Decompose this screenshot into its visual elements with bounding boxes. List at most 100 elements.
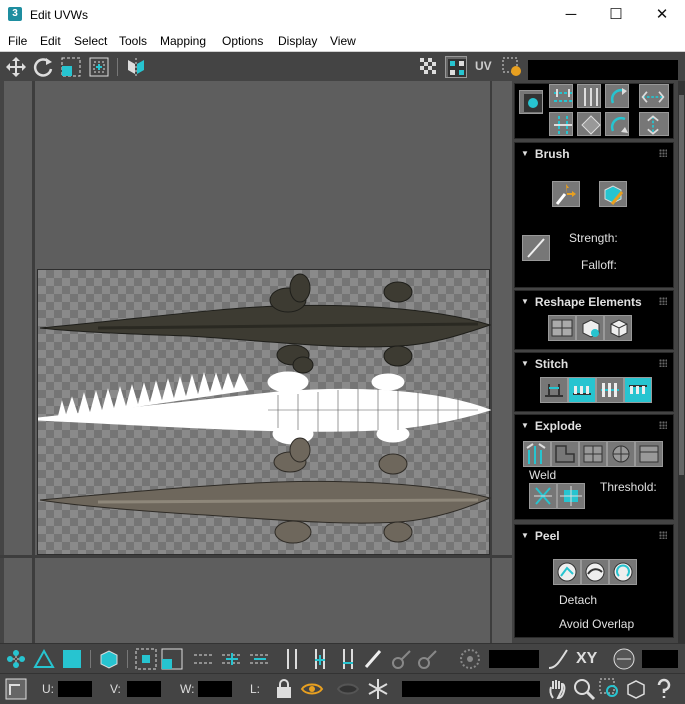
paint-select-shrink-icon[interactable]: [416, 647, 440, 671]
menu-display[interactable]: Display: [278, 34, 317, 48]
shrink-selection-icon[interactable]: [160, 647, 184, 671]
falloff-label: Falloff:: [581, 258, 617, 272]
help-icon[interactable]: [652, 677, 676, 701]
menu-view[interactable]: View: [330, 34, 356, 48]
drag-grip-icon[interactable]: [659, 149, 667, 157]
xy-space-label[interactable]: XY: [576, 650, 597, 668]
w-value-field[interactable]: [198, 681, 232, 697]
shrink-loop-icon[interactable]: [248, 647, 272, 671]
straighten-selection-icon[interactable]: [548, 315, 576, 341]
quick-transform-icon[interactable]: [519, 90, 543, 114]
scale-tool-icon[interactable]: [60, 56, 82, 78]
flatten-by-polygon-icon[interactable]: [551, 441, 579, 467]
menu-options[interactable]: Options: [222, 34, 263, 48]
v-value-field[interactable]: [127, 681, 161, 697]
mirror-tool-icon[interactable]: [125, 56, 147, 78]
absolute-offset-icon[interactable]: [4, 677, 28, 701]
space-horizontal-icon[interactable]: [639, 84, 669, 108]
menu-edit[interactable]: Edit: [40, 34, 61, 48]
uv-viewport[interactable]: [0, 81, 512, 643]
edge-distance-field[interactable]: [642, 650, 678, 668]
panel-scrollbar-thumb[interactable]: [679, 95, 684, 475]
reshape-header[interactable]: ▼ Reshape Elements: [521, 295, 642, 309]
relax-icon[interactable]: [576, 315, 604, 341]
paint-select-icon[interactable]: [362, 647, 386, 671]
zoom-extents-icon[interactable]: [624, 677, 648, 701]
drag-grip-icon[interactable]: [659, 297, 667, 305]
rotate-tool-icon[interactable]: [32, 56, 54, 78]
space-vertical-icon[interactable]: [639, 112, 669, 136]
grid-settings-icon[interactable]: [501, 56, 523, 78]
menu-file[interactable]: File: [8, 34, 27, 48]
maximize-button[interactable]: ☐: [593, 0, 639, 30]
zoom-region-icon[interactable]: [598, 677, 622, 701]
shrink-ring-icon[interactable]: [336, 647, 360, 671]
vertex-mode-icon[interactable]: [4, 647, 28, 671]
break-icon[interactable]: [523, 441, 551, 467]
pack-icon[interactable]: [604, 315, 632, 341]
freeze-icon[interactable]: [366, 677, 390, 701]
flatten-by-material-icon[interactable]: [607, 441, 635, 467]
texture-dropdown[interactable]: [528, 60, 678, 80]
drag-grip-icon[interactable]: [659, 359, 667, 367]
flatten-by-smoothing-icon[interactable]: [579, 441, 607, 467]
falloff-value-field[interactable]: [489, 650, 539, 668]
u-value-field[interactable]: [58, 681, 92, 697]
texture-map-icon[interactable]: [445, 56, 467, 78]
edge-mode-icon[interactable]: [32, 647, 56, 671]
grow-ring-icon[interactable]: [308, 647, 332, 671]
menu-select[interactable]: Select: [74, 34, 107, 48]
falloff-curve-icon[interactable]: [546, 647, 570, 671]
pan-hand-icon[interactable]: [546, 677, 570, 701]
polygon-mode-icon[interactable]: [60, 647, 84, 671]
reset-peel-icon[interactable]: [609, 559, 637, 585]
detach-label[interactable]: Detach: [559, 593, 597, 607]
stitch-to-target-icon[interactable]: [568, 377, 596, 403]
eye-icon[interactable]: [300, 677, 324, 701]
minimize-button[interactable]: ─: [548, 0, 594, 30]
checker-toggle-icon[interactable]: [418, 56, 440, 78]
align-vertical-icon[interactable]: [577, 84, 601, 108]
brush-header[interactable]: ▼ Brush: [521, 147, 570, 161]
relax-brush-icon[interactable]: [599, 181, 627, 207]
avoid-overlap-label[interactable]: Avoid Overlap: [559, 617, 634, 631]
move-tool-icon[interactable]: [5, 56, 27, 78]
paint-move-icon[interactable]: [552, 181, 580, 207]
menu-mapping[interactable]: Mapping: [160, 34, 206, 48]
stitch-to-source-icon[interactable]: [624, 377, 652, 403]
uv-channel-label[interactable]: UV: [475, 59, 492, 73]
selection-filter-field[interactable]: [402, 681, 540, 697]
loop-icon[interactable]: [192, 647, 216, 671]
peel-header[interactable]: ▼ Peel: [521, 529, 560, 543]
rotate-plus-icon[interactable]: [605, 84, 629, 108]
distribute-icon[interactable]: [549, 112, 573, 136]
lock-icon[interactable]: [272, 677, 296, 701]
align-horizontal-icon[interactable]: [549, 84, 573, 108]
drag-grip-icon[interactable]: [659, 531, 667, 539]
center-icon[interactable]: [577, 112, 601, 136]
stitch-average-icon[interactable]: [596, 377, 624, 403]
grow-loop-icon[interactable]: [220, 647, 244, 671]
grow-selection-icon[interactable]: [134, 647, 158, 671]
close-button[interactable]: ✕: [639, 0, 685, 30]
peel-mode-icon[interactable]: [581, 559, 609, 585]
weld-selected-icon[interactable]: [529, 483, 557, 509]
quick-peel-icon[interactable]: [553, 559, 581, 585]
edge-distance-icon[interactable]: [612, 647, 636, 671]
brush-stroke-icon[interactable]: [522, 235, 550, 261]
element-mode-icon[interactable]: [97, 647, 121, 671]
freeform-tool-icon[interactable]: [88, 56, 110, 78]
rotate-minus-icon[interactable]: [605, 112, 629, 136]
stitch-header[interactable]: ▼ Stitch: [521, 357, 568, 371]
soft-selection-icon[interactable]: [458, 647, 482, 671]
drag-grip-icon[interactable]: [659, 421, 667, 429]
stitch-custom-icon[interactable]: [540, 377, 568, 403]
explode-header[interactable]: ▼ Explode: [521, 419, 582, 433]
ring-icon[interactable]: [280, 647, 304, 671]
paint-select-grow-icon[interactable]: [390, 647, 414, 671]
target-weld-icon[interactable]: [557, 483, 585, 509]
menu-tools[interactable]: Tools: [119, 34, 147, 48]
zoom-icon[interactable]: [572, 677, 596, 701]
flatten-icon[interactable]: [635, 441, 663, 467]
hide-icon[interactable]: [336, 677, 360, 701]
